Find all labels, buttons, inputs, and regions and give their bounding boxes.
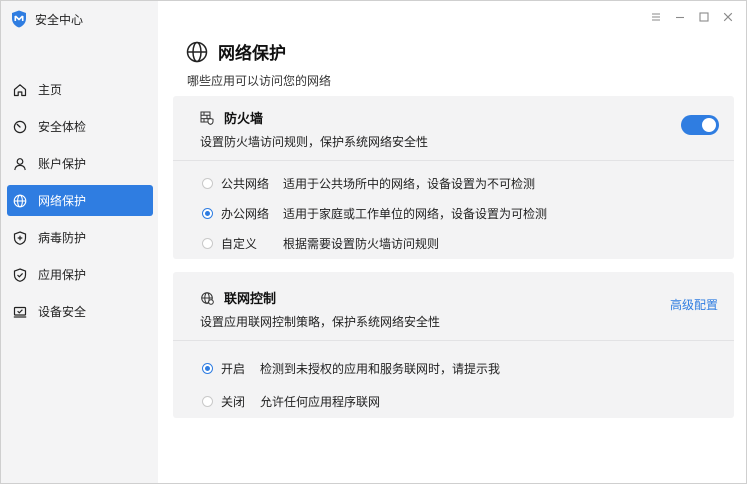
option-custom[interactable]: 自定义 根据需要设置防火墙访问规则 bbox=[202, 233, 734, 253]
option-enable[interactable]: 开启 检测到未授权的应用和服务联网时，请提示我 bbox=[202, 358, 734, 378]
user-icon bbox=[13, 157, 27, 171]
option-public-network[interactable]: 公共网络 适用于公共场所中的网络，设备设置为不可检测 bbox=[202, 173, 734, 193]
advanced-settings-link[interactable]: 高级配置 bbox=[670, 296, 718, 313]
firewall-title: 防火墙 bbox=[224, 112, 264, 127]
option-desc: 检测到未授权的应用和服务联网时，请提示我 bbox=[260, 361, 501, 376]
main-content: 网络保护 哪些应用可以访问您的网络 防火墙 设置防火墙访问规则，保护系统网络安全… bbox=[158, 1, 746, 483]
sidebar-nav: 主页 安全体检 账户保护 网络保护 病毒防护 应用保护 设备安全 bbox=[7, 74, 153, 333]
option-desc: 根据需要设置防火墙访问规则 bbox=[283, 236, 440, 251]
globe-icon bbox=[186, 41, 208, 63]
network-control-title: 联网控制 bbox=[224, 292, 277, 307]
globe-icon bbox=[13, 194, 27, 208]
laptop-check-icon bbox=[13, 305, 27, 319]
option-label: 公共网络 bbox=[221, 176, 270, 191]
sidebar-item-home[interactable]: 主页 bbox=[7, 74, 153, 105]
network-control-options: 开启 检测到未授权的应用和服务联网时，请提示我 关闭 允许任何应用程序联网 bbox=[173, 341, 734, 411]
radio-office-network[interactable] bbox=[202, 207, 213, 219]
shield-logo-icon bbox=[11, 10, 27, 28]
sidebar-item-label: 账户保护 bbox=[38, 157, 87, 171]
sidebar-item-app[interactable]: 应用保护 bbox=[7, 259, 153, 290]
option-label: 办公网络 bbox=[221, 206, 270, 221]
app-brand: 安全中心 bbox=[11, 10, 83, 28]
sidebar-item-label: 设备安全 bbox=[38, 305, 87, 319]
option-label: 开启 bbox=[221, 361, 246, 376]
toggle-knob bbox=[702, 118, 716, 132]
network-control-desc: 设置应用联网控制策略，保护系统网络安全性 bbox=[200, 315, 441, 329]
radio-custom[interactable] bbox=[202, 237, 213, 249]
app-window: 安全中心 主页 安全体检 账户保护 网络保护 病毒防护 应用保护 设备安全 网络… bbox=[0, 0, 747, 484]
sidebar-item-account[interactable]: 账户保护 bbox=[7, 148, 153, 179]
firewall-card: 防火墙 设置防火墙访问规则，保护系统网络安全性 公共网络 适用于公共场所中的网络… bbox=[173, 96, 734, 259]
gauge-icon bbox=[13, 120, 27, 134]
firewall-options: 公共网络 适用于公共场所中的网络，设备设置为不可检测 办公网络 适用于家庭或工作… bbox=[173, 161, 734, 253]
sidebar-item-label: 网络保护 bbox=[38, 194, 87, 208]
network-control-card: 联网控制 设置应用联网控制策略，保护系统网络安全性 高级配置 开启 检测到未授权… bbox=[173, 272, 734, 418]
sidebar-item-label: 病毒防护 bbox=[38, 231, 87, 245]
radio-enable[interactable] bbox=[202, 362, 213, 374]
menu-icon[interactable] bbox=[650, 11, 662, 23]
option-office-network[interactable]: 办公网络 适用于家庭或工作单位的网络，设备设置为可检测 bbox=[202, 203, 734, 223]
firewall-icon bbox=[200, 111, 214, 125]
shield-check-icon bbox=[13, 267, 27, 282]
sidebar-item-device[interactable]: 设备安全 bbox=[7, 296, 153, 327]
page-subtitle: 哪些应用可以访问您的网络 bbox=[187, 74, 332, 88]
sidebar-item-checkup[interactable]: 安全体检 bbox=[7, 111, 153, 142]
sidebar-item-label: 应用保护 bbox=[38, 268, 87, 282]
close-icon[interactable] bbox=[722, 11, 734, 23]
sidebar-item-virus[interactable]: 病毒防护 bbox=[7, 222, 153, 253]
option-desc: 允许任何应用程序联网 bbox=[260, 394, 381, 409]
option-disable[interactable]: 关闭 允许任何应用程序联网 bbox=[202, 391, 734, 411]
network-control-icon bbox=[200, 291, 214, 305]
page-header: 网络保护 哪些应用可以访问您的网络 bbox=[186, 39, 331, 89]
window-controls bbox=[650, 11, 734, 23]
option-label: 关闭 bbox=[221, 394, 246, 409]
firewall-desc: 设置防火墙访问规则，保护系统网络安全性 bbox=[200, 135, 429, 149]
firewall-toggle[interactable] bbox=[681, 115, 719, 135]
option-label: 自定义 bbox=[221, 236, 258, 251]
radio-disable[interactable] bbox=[202, 395, 213, 407]
option-desc: 适用于公共场所中的网络，设备设置为不可检测 bbox=[283, 176, 536, 191]
sidebar-item-network[interactable]: 网络保护 bbox=[7, 185, 153, 216]
page-title: 网络保护 bbox=[218, 44, 286, 64]
sidebar-item-label: 主页 bbox=[38, 83, 63, 97]
minimize-icon[interactable] bbox=[674, 11, 686, 23]
maximize-icon[interactable] bbox=[698, 11, 710, 23]
radio-public-network[interactable] bbox=[202, 177, 213, 189]
app-title: 安全中心 bbox=[35, 12, 84, 27]
option-desc: 适用于家庭或工作单位的网络，设备设置为可检测 bbox=[283, 206, 548, 221]
sidebar-item-label: 安全体检 bbox=[38, 120, 87, 134]
sidebar: 安全中心 主页 安全体检 账户保护 网络保护 病毒防护 应用保护 设备安全 bbox=[1, 1, 158, 483]
shield-plus-icon bbox=[13, 230, 27, 245]
home-icon bbox=[13, 83, 27, 97]
